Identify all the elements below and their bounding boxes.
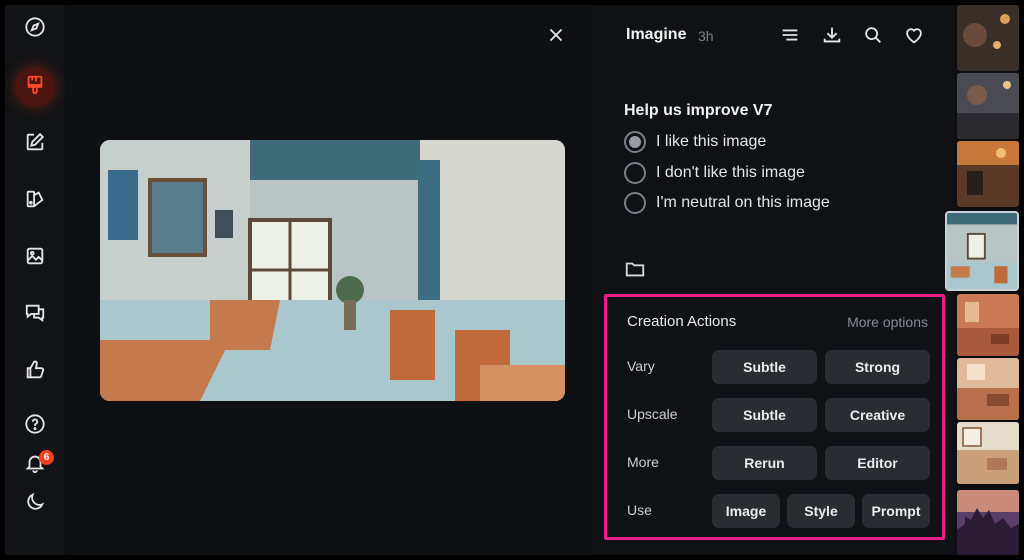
image-viewer	[65, 5, 592, 555]
creation-actions-title: Creation Actions	[627, 313, 737, 330]
creation-actions: Creation Actions More options Vary Subtl…	[604, 294, 945, 540]
row-label-upscale: Upscale	[627, 406, 678, 422]
feedback-title: Help us improve V7	[624, 102, 773, 119]
close-button[interactable]	[545, 24, 567, 46]
sidebar: 6	[5, 5, 65, 555]
thumbnail[interactable]	[957, 358, 1019, 420]
notification-badge: 6	[39, 450, 54, 465]
details-panel: Imagine 3h Help us improve V7 I like thi…	[592, 5, 955, 555]
close-icon	[545, 28, 567, 50]
palette-icon	[24, 188, 46, 215]
sidebar-item-personalize[interactable]	[15, 181, 55, 221]
row-label-use: Use	[627, 502, 652, 518]
thumbnail[interactable]	[957, 73, 1019, 139]
brush-icon	[24, 74, 46, 101]
thumbnail-selected[interactable]	[945, 211, 1019, 291]
download-button[interactable]	[821, 24, 843, 46]
sidebar-item-organize[interactable]	[15, 238, 55, 278]
feedback-option-label: I don't like this image	[656, 164, 805, 181]
more-options-link[interactable]: More options	[847, 314, 928, 330]
rerun-button[interactable]: Rerun	[712, 446, 817, 480]
chat-icon	[24, 302, 46, 329]
editor-button[interactable]: Editor	[825, 446, 930, 480]
sidebar-item-explore[interactable]	[15, 9, 55, 49]
sidebar-item-rank[interactable]	[15, 352, 55, 392]
like-button[interactable]	[903, 24, 925, 46]
sidebar-item-edit[interactable]	[15, 124, 55, 164]
moon-icon	[24, 491, 46, 518]
image-age: 3h	[698, 28, 714, 44]
image-icon	[24, 245, 46, 272]
feedback-option-neutral[interactable]: I'm neutral on this image	[624, 192, 830, 214]
radio-selected[interactable]	[624, 131, 646, 153]
thumbnail[interactable]	[957, 5, 1019, 71]
sidebar-item-notifications[interactable]: 6	[15, 445, 55, 485]
thumbnail[interactable]	[957, 294, 1019, 356]
sidebar-item-create[interactable]	[15, 67, 55, 107]
use-style-button[interactable]: Style	[787, 494, 855, 528]
use-image-button[interactable]: Image	[712, 494, 780, 528]
thumbnail[interactable]	[957, 422, 1019, 484]
question-icon	[24, 413, 46, 440]
folder-icon[interactable]	[624, 258, 646, 280]
row-label-vary: Vary	[627, 358, 655, 374]
use-prompt-button[interactable]: Prompt	[862, 494, 930, 528]
heart-icon	[903, 28, 925, 50]
panel-title: Imagine	[626, 26, 687, 43]
app-window: 6 Imagine 3h Help us improve V7 I like t…	[5, 5, 1019, 555]
radio-unselected[interactable]	[624, 162, 646, 184]
upscale-subtle-button[interactable]: Subtle	[712, 398, 817, 432]
thumbnail[interactable]	[957, 490, 1019, 555]
sidebar-item-chat[interactable]	[15, 295, 55, 335]
vary-subtle-button[interactable]: Subtle	[712, 350, 817, 384]
sidebar-item-theme[interactable]	[15, 484, 55, 524]
radio-unselected[interactable]	[624, 192, 646, 214]
vary-strong-button[interactable]: Strong	[825, 350, 930, 384]
thumbnail[interactable]	[957, 141, 1019, 207]
feedback-option-dislike[interactable]: I don't like this image	[624, 162, 805, 184]
list-button[interactable]	[779, 24, 801, 46]
thumbs-up-icon	[24, 359, 46, 386]
compass-icon	[24, 16, 46, 43]
edit-icon	[24, 131, 46, 158]
search-icon	[862, 27, 884, 50]
list-icon	[779, 29, 801, 50]
thumbnail-strip	[945, 5, 1019, 555]
upscale-creative-button[interactable]: Creative	[825, 398, 930, 432]
search-button[interactable]	[862, 24, 884, 46]
sidebar-item-help[interactable]	[15, 406, 55, 446]
generated-image[interactable]	[100, 140, 565, 401]
feedback-option-label: I'm neutral on this image	[656, 194, 830, 211]
download-icon	[821, 27, 843, 50]
feedback-option-like[interactable]: I like this image	[624, 131, 766, 153]
feedback-option-label: I like this image	[656, 133, 767, 150]
row-label-more: More	[627, 454, 659, 470]
